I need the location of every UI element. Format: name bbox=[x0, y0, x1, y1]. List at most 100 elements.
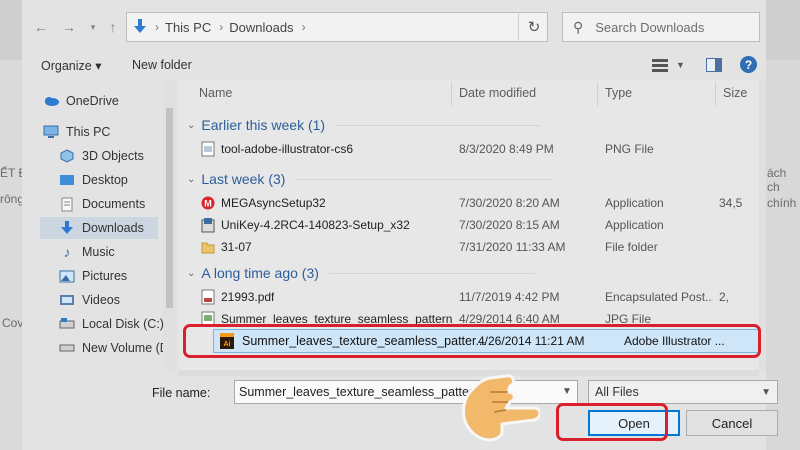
group-header-earlier-this-week[interactable]: ⌄ Earlier this week (1) bbox=[187, 114, 542, 136]
breadcrumb-this-pc[interactable]: This PC bbox=[165, 20, 211, 35]
column-header-date[interactable]: Date modified bbox=[459, 86, 536, 100]
chevron-down-icon[interactable]: ▼ bbox=[562, 386, 572, 397]
view-dropdown-icon[interactable]: ▼ bbox=[676, 60, 685, 70]
download-arrow-icon bbox=[134, 19, 146, 33]
folder-icon bbox=[201, 242, 215, 254]
file-type: Application bbox=[605, 196, 664, 210]
nav-item-local-disk[interactable]: Local Disk (C:) bbox=[58, 313, 164, 335]
local-disk-icon bbox=[58, 318, 76, 330]
chevron-down-icon: ⌄ bbox=[187, 119, 196, 131]
nav-item-3d-objects[interactable]: 3D Objects bbox=[58, 145, 144, 167]
nav-item-label: Downloads bbox=[82, 221, 144, 235]
forward-arrow-icon[interactable]: → bbox=[60, 18, 78, 36]
back-arrow-icon[interactable]: ← bbox=[32, 18, 50, 36]
file-type: File folder bbox=[605, 240, 658, 254]
music-icon: ♪ bbox=[63, 244, 71, 260]
help-icon[interactable]: ? bbox=[740, 56, 757, 73]
download-arrow-icon bbox=[58, 221, 76, 235]
nav-item-label: Videos bbox=[82, 293, 120, 307]
nav-item-music[interactable]: ♪ Music bbox=[58, 241, 115, 263]
column-header-size[interactable]: Size bbox=[723, 86, 747, 100]
nav-item-desktop[interactable]: Desktop bbox=[58, 169, 128, 191]
left-document-strip bbox=[0, 60, 22, 450]
jpg-file-icon bbox=[201, 311, 215, 324]
nav-scroll-thumb[interactable] bbox=[166, 108, 173, 308]
breadcrumb-downloads[interactable]: Downloads bbox=[229, 20, 293, 35]
file-type: Encapsulated Post... bbox=[605, 290, 713, 304]
organize-menu[interactable]: Organize ▾ bbox=[41, 58, 101, 73]
chevron-right-icon: › bbox=[155, 20, 159, 34]
command-toolbar: Organize ▾ New folder ▼ bbox=[22, 54, 766, 78]
nav-item-label: Desktop bbox=[82, 173, 128, 187]
videos-icon bbox=[58, 294, 76, 306]
chevron-down-icon: ⌄ bbox=[187, 267, 196, 279]
nav-item-new-volume[interactable]: New Volume (D: bbox=[58, 337, 172, 359]
file-row[interactable]: UniKey-4.2RC4-140823-Setup_x32 7/30/2020… bbox=[197, 214, 757, 236]
file-name: tool-adobe-illustrator-cs6 bbox=[221, 142, 354, 156]
search-input[interactable] bbox=[593, 18, 748, 36]
file-date: 7/31/2020 11:33 AM bbox=[459, 240, 566, 254]
pointing-hand-icon bbox=[462, 374, 540, 442]
nav-scrollbar[interactable] bbox=[163, 80, 176, 370]
cancel-button[interactable]: Cancel bbox=[686, 410, 778, 436]
recent-dropdown-icon[interactable]: ▾ bbox=[84, 18, 102, 36]
group-label: Last week (3) bbox=[201, 171, 286, 187]
preview-pane-icon[interactable] bbox=[706, 58, 722, 72]
volume-drive-icon bbox=[58, 343, 76, 353]
file-row[interactable]: tool-adobe-illustrator-cs6 8/3/2020 8:49… bbox=[197, 138, 757, 160]
chevron-down-icon: ▼ bbox=[761, 387, 771, 398]
file-type-filter[interactable]: All Files ▼ bbox=[588, 380, 778, 404]
file-name: 21993.pdf bbox=[221, 290, 275, 304]
file-row[interactable]: 21993.pdf 11/7/2019 4:42 PM Encapsulated… bbox=[197, 286, 757, 308]
file-size: 2, bbox=[719, 290, 730, 304]
refresh-icon[interactable]: ↻ bbox=[518, 12, 549, 42]
search-box[interactable]: ⚲ bbox=[562, 12, 760, 42]
svg-text:M: M bbox=[204, 199, 212, 209]
up-arrow-icon[interactable]: ↑ bbox=[104, 18, 122, 36]
file-date: 11/7/2019 4:42 PM bbox=[459, 290, 560, 304]
nav-item-label: OneDrive bbox=[66, 94, 119, 108]
nav-item-this-pc[interactable]: This PC bbox=[42, 121, 110, 143]
filter-value: All Files bbox=[595, 385, 639, 399]
nav-item-onedrive[interactable]: OneDrive bbox=[42, 90, 119, 112]
mega-app-icon: M bbox=[201, 196, 215, 210]
file-row[interactable]: Summer_leaves_texture_seamless_pattern 4… bbox=[197, 308, 757, 324]
view-options-icon[interactable] bbox=[652, 59, 668, 73]
column-divider[interactable] bbox=[451, 82, 452, 106]
group-divider bbox=[335, 124, 542, 126]
column-header-type[interactable]: Type bbox=[605, 86, 632, 100]
installer-icon bbox=[201, 218, 215, 233]
nav-item-label: Local Disk (C:) bbox=[82, 317, 164, 331]
nav-item-label: 3D Objects bbox=[82, 149, 144, 163]
nav-item-pictures[interactable]: Pictures bbox=[58, 265, 127, 287]
file-name: Summer_leaves_texture_seamless_pattern bbox=[221, 312, 453, 324]
nav-item-label: Music bbox=[82, 245, 115, 259]
group-divider bbox=[295, 178, 552, 180]
column-divider[interactable] bbox=[597, 82, 598, 106]
desktop-icon bbox=[58, 174, 76, 186]
address-row: ← → ▾ ↑ › This PC › Downloads › ↻ ⚲ bbox=[22, 0, 766, 54]
group-header-a-long-time-ago[interactable]: ⌄ A long time ago (3) bbox=[187, 262, 535, 284]
nav-item-downloads[interactable]: Downloads bbox=[40, 217, 158, 239]
search-icon: ⚲ bbox=[573, 18, 584, 35]
bg-text: rông bbox=[0, 192, 25, 206]
group-divider bbox=[328, 272, 535, 274]
file-date: 7/30/2020 8:20 AM bbox=[459, 196, 560, 210]
nav-item-videos[interactable]: Videos bbox=[58, 289, 120, 311]
file-date: 4/29/2014 6:40 AM bbox=[459, 312, 560, 324]
file-row[interactable]: 31-07 7/31/2020 11:33 AM File folder bbox=[197, 236, 757, 258]
onedrive-cloud-icon bbox=[42, 96, 60, 106]
nav-item-documents[interactable]: Documents bbox=[58, 193, 145, 215]
documents-icon bbox=[58, 197, 76, 212]
address-bar[interactable]: › This PC › Downloads › bbox=[126, 12, 548, 42]
column-header-name[interactable]: Name bbox=[199, 86, 232, 100]
3d-objects-icon bbox=[58, 149, 76, 163]
nav-item-label: This PC bbox=[66, 125, 111, 139]
file-row[interactable]: M MEGAsyncSetup32 7/30/2020 8:20 AM Appl… bbox=[197, 192, 757, 214]
column-divider[interactable] bbox=[715, 82, 716, 106]
new-folder-button[interactable]: New folder bbox=[132, 58, 192, 72]
file-type: JPG File bbox=[605, 312, 652, 324]
file-name: UniKey-4.2RC4-140823-Setup_x32 bbox=[221, 218, 410, 232]
group-header-last-week[interactable]: ⌄ Last week (3) bbox=[187, 168, 552, 190]
file-name-label: File name: bbox=[152, 386, 211, 400]
